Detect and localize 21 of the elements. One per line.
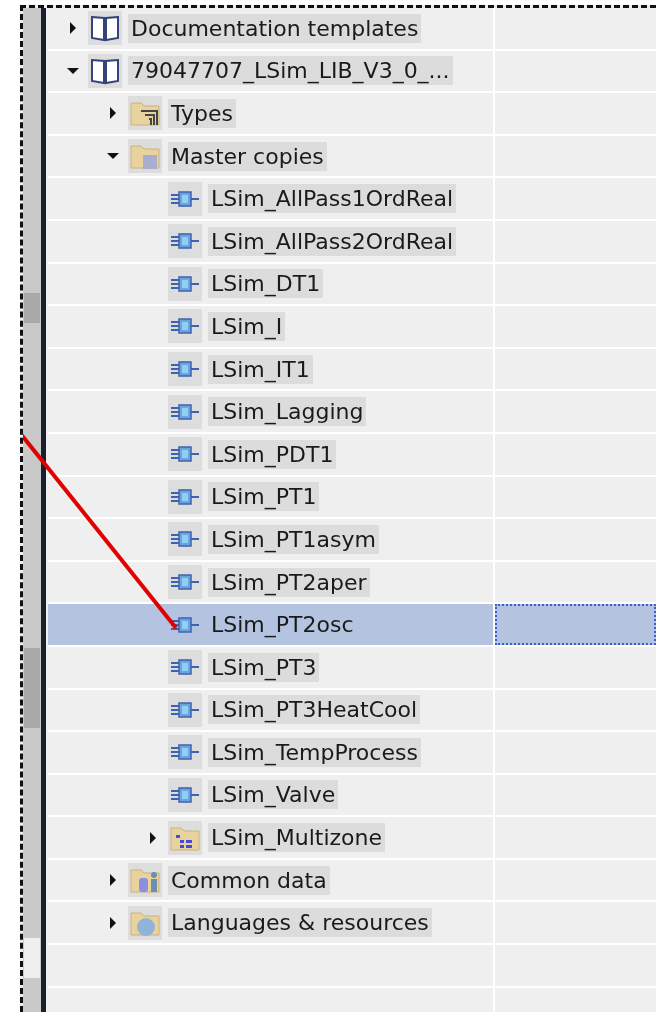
tree-item[interactable]: LSim_TempProcess	[48, 732, 495, 773]
tree-item[interactable]: LSim_PT3	[48, 646, 495, 688]
tree-item[interactable]: Common data	[48, 859, 495, 901]
tree-item[interactable]: LSim_PDT1	[48, 433, 495, 475]
tree-item[interactable]: LSim_PT2aper	[48, 561, 495, 603]
tree-item[interactable]: Documentation templates	[48, 8, 495, 49]
tree-item[interactable]: Types	[48, 93, 495, 134]
tree-item[interactable]: LSim_AllPass2OrdReal	[48, 220, 495, 262]
tree-item[interactable]: LSim_IT1	[48, 348, 495, 390]
scrollbar[interactable]	[23, 8, 41, 1012]
tree-item[interactable]: LSim_Valve	[48, 774, 495, 816]
tree-item[interactable]: LSim_PT3HeatCool	[48, 689, 495, 731]
tree-item[interactable]: Languages & resources	[48, 902, 495, 944]
tree-item[interactable]: LSim_PT1	[48, 476, 495, 518]
tree-item[interactable]: LSim_Multizone	[48, 817, 495, 858]
tree-item[interactable]: LSim_AllPass1OrdReal	[48, 178, 495, 219]
tree-item[interactable]: LSim_DT1	[48, 263, 495, 305]
tree-item[interactable]: LSim_Lagging	[48, 391, 495, 432]
tree-item[interactable]: LSim_I	[48, 306, 495, 347]
tree-item[interactable]: Master copies	[48, 135, 495, 177]
tree-item[interactable]: LSim_PT1asym	[48, 519, 495, 560]
